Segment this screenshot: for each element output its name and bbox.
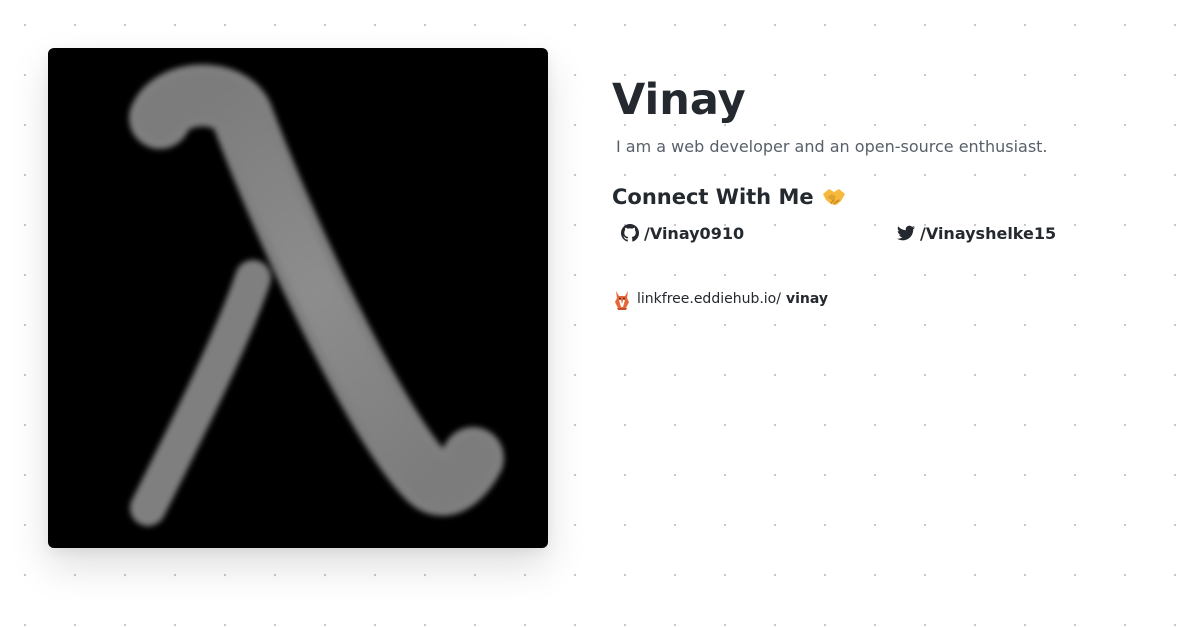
twitter-icon xyxy=(897,225,915,241)
twitter-link[interactable]: /Vinayshelke15 xyxy=(897,218,1056,248)
linkfree-link[interactable]: linkfree.eddiehub.io/ vinay xyxy=(612,288,828,310)
connect-heading-label: Connect With Me xyxy=(612,185,814,209)
lambda-icon xyxy=(129,64,504,526)
github-link-label: /Vinay0910 xyxy=(644,223,745,243)
connect-heading: Connect With Me xyxy=(612,182,1172,212)
github-link[interactable]: /Vinay0910 xyxy=(621,218,744,248)
profile-section: Vinay I am a web developer and an open-s… xyxy=(612,74,1172,258)
linkfree-prefix: linkfree.eddiehub.io/ xyxy=(637,291,781,307)
twitter-link-label: /Vinayshelke15 xyxy=(920,223,1057,243)
avatar xyxy=(48,48,548,548)
profile-bio: I am a web developer and an open-source … xyxy=(616,137,1048,156)
handshake-icon xyxy=(822,189,845,205)
social-links: /Vinay0910 /Vinayshelke15 xyxy=(612,218,1172,258)
linkfree-username: vinay xyxy=(785,291,829,307)
profile-name: Vinay xyxy=(612,75,746,125)
github-icon xyxy=(621,224,639,242)
eddiehub-fox-icon xyxy=(615,291,629,310)
